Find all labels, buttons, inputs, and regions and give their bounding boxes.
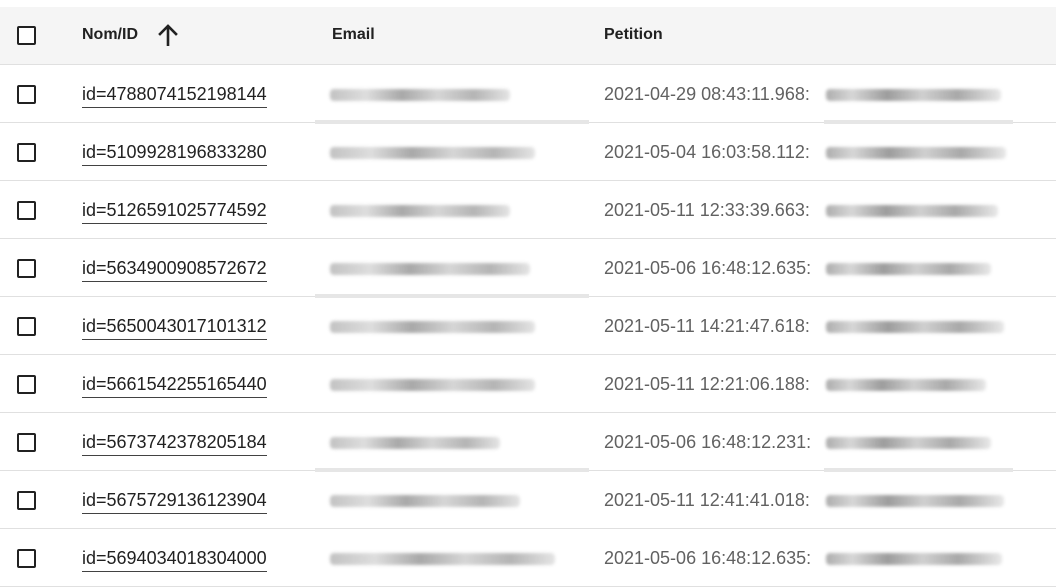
select-all-checkbox[interactable] [17, 26, 36, 45]
petition-redacted [824, 543, 1012, 573]
divider [824, 120, 1013, 124]
row-id-link[interactable]: id=5634900908572672 [82, 258, 267, 282]
table-row[interactable]: id=5661542255165440 2021-05-11 12:21:06.1… [0, 355, 1056, 413]
table-row[interactable]: id=5634900908572672 2021-05-06 16:48:12.6… [0, 239, 1056, 297]
row-id-link[interactable]: id=5109928196833280 [82, 142, 267, 166]
petition-cell: 2021-05-11 12:41:41.018: [604, 490, 810, 510]
petition-redacted [824, 369, 1012, 399]
table-row[interactable]: id=5694034018304000 2021-05-06 16:48:12.6… [0, 529, 1056, 587]
row-id-cell: id=5126591025774592 [82, 181, 267, 239]
email-redacted [318, 79, 586, 109]
row-id-link[interactable]: id=4788074152198144 [82, 84, 267, 108]
row-id-link[interactable]: id=5675729136123904 [82, 490, 267, 514]
table-row[interactable]: id=5650043017101312 2021-05-11 14:21:47.6… [0, 297, 1056, 355]
email-redacted [318, 485, 586, 515]
petition-redacted [824, 195, 1012, 225]
row-checkbox[interactable] [17, 491, 36, 510]
petition-cell: 2021-05-04 16:03:58.112: [604, 142, 810, 162]
row-checkbox[interactable] [17, 85, 36, 104]
row-checkbox[interactable] [17, 317, 36, 336]
table-row[interactable]: id=5109928196833280 2021-05-04 16:03:58.1… [0, 123, 1056, 181]
row-checkbox[interactable] [17, 375, 36, 394]
petition-cell: 2021-05-06 16:48:12.635: [604, 258, 812, 278]
petition-redacted [824, 137, 1012, 167]
row-checkbox[interactable] [17, 433, 36, 452]
row-id-cell: id=5650043017101312 [82, 297, 267, 355]
petition-cell: 2021-05-06 16:48:12.231: [604, 432, 812, 452]
email-redacted [318, 195, 586, 225]
row-id-link[interactable]: id=5661542255165440 [82, 374, 267, 398]
row-id-cell: id=5694034018304000 [82, 529, 267, 587]
petition-cell: 2021-05-06 16:48:12.635: [604, 548, 812, 568]
petition-redacted [824, 427, 1012, 457]
row-id-cell: id=5675729136123904 [82, 471, 267, 529]
petition-cell: 2021-05-11 12:21:06.188: [604, 374, 810, 394]
email-redacted [318, 427, 586, 457]
row-id-link[interactable]: id=5673742378205184 [82, 432, 267, 456]
petition-redacted [824, 79, 1012, 109]
column-header-email[interactable]: Email [332, 7, 375, 64]
email-redacted [318, 311, 586, 341]
column-header-name-id[interactable]: Nom/ID [82, 7, 138, 64]
table-row[interactable]: id=5675729136123904 2021-05-11 12:41:41.0… [0, 471, 1056, 529]
row-id-cell: id=5661542255165440 [82, 355, 267, 413]
petition-cell: 2021-05-11 12:33:39.663: [604, 200, 810, 220]
row-id-link[interactable]: id=5650043017101312 [82, 316, 267, 340]
row-checkbox[interactable] [17, 259, 36, 278]
row-checkbox[interactable] [17, 549, 36, 568]
row-checkbox[interactable] [17, 201, 36, 220]
email-redacted [318, 137, 586, 167]
row-id-link[interactable]: id=5126591025774592 [82, 200, 267, 224]
petition-redacted [824, 253, 1012, 283]
petition-redacted [824, 485, 1012, 515]
divider [315, 468, 589, 472]
divider [315, 294, 589, 298]
divider [824, 468, 1013, 472]
petition-cell: 2021-04-29 08:43:11.968: [604, 84, 810, 104]
email-redacted [318, 253, 586, 283]
row-checkbox[interactable] [17, 143, 36, 162]
column-header-petition[interactable]: Petition [604, 7, 663, 64]
table-row[interactable]: id=5673742378205184 2021-05-06 16:48:12.2… [0, 413, 1056, 471]
row-id-link[interactable]: id=5694034018304000 [82, 548, 267, 572]
email-redacted [318, 543, 586, 573]
row-id-cell: id=4788074152198144 [82, 65, 267, 123]
row-id-cell: id=5109928196833280 [82, 123, 267, 181]
petition-redacted [824, 311, 1012, 341]
table-header: Nom/ID Email Petition [0, 7, 1056, 65]
row-id-cell: id=5634900908572672 [82, 239, 267, 297]
arrow-up-icon[interactable] [158, 24, 178, 46]
email-redacted [318, 369, 586, 399]
petition-cell: 2021-05-11 14:21:47.618: [604, 316, 810, 336]
table-row[interactable]: id=4788074152198144 2021-04-29 08:43:11.9… [0, 65, 1056, 123]
divider [315, 120, 589, 124]
row-id-cell: id=5673742378205184 [82, 413, 267, 471]
table-row[interactable]: id=5126591025774592 2021-05-11 12:33:39.6… [0, 181, 1056, 239]
